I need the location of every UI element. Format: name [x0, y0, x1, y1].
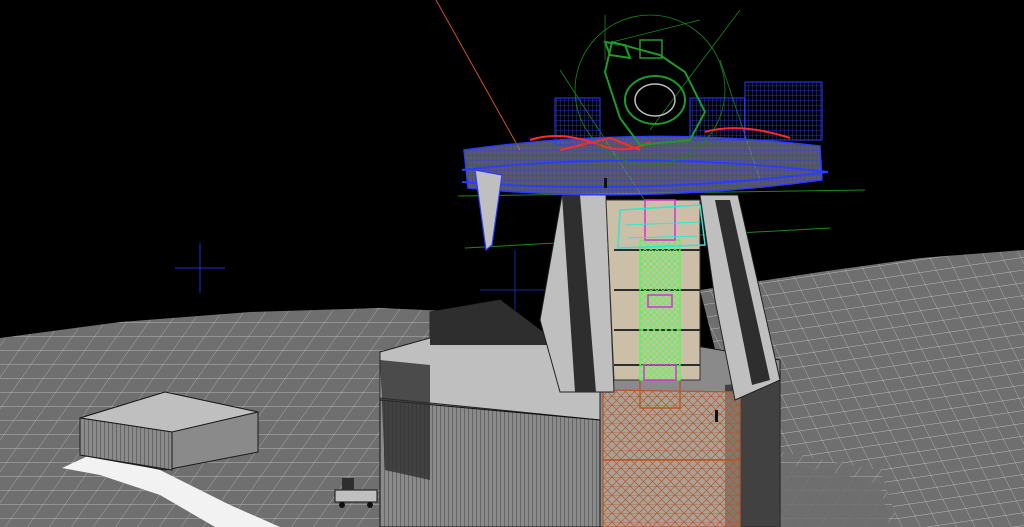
wireframe-scene[interactable]: [0, 0, 1024, 527]
lower-machinery: [602, 379, 741, 527]
crosshair-icon: [175, 243, 225, 293]
3d-viewport[interactable]: [0, 0, 1024, 527]
